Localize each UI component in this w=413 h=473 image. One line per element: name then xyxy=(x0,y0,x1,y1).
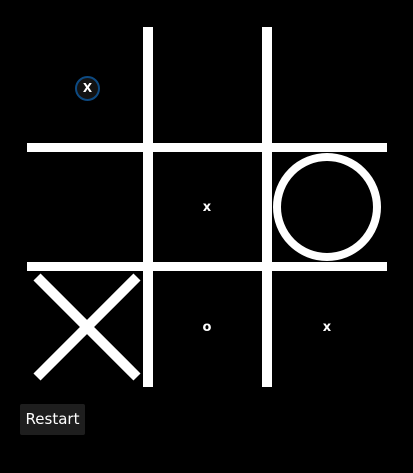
board-cell-2-1[interactable] xyxy=(149,269,265,385)
board-cell-1-0[interactable] xyxy=(29,149,145,265)
board-cell-2-0[interactable] xyxy=(29,269,145,385)
board-cell-0-2[interactable] xyxy=(269,29,385,145)
current-player-badge: X xyxy=(75,76,100,101)
board-cell-2-2[interactable] xyxy=(269,269,385,385)
restart-button[interactable]: Restart xyxy=(20,404,85,435)
game-stage: xox X Restart xyxy=(0,0,413,473)
board-cell-1-1[interactable] xyxy=(149,149,265,265)
board-cell-1-2[interactable] xyxy=(269,149,385,265)
board-cell-0-1[interactable] xyxy=(149,29,265,145)
